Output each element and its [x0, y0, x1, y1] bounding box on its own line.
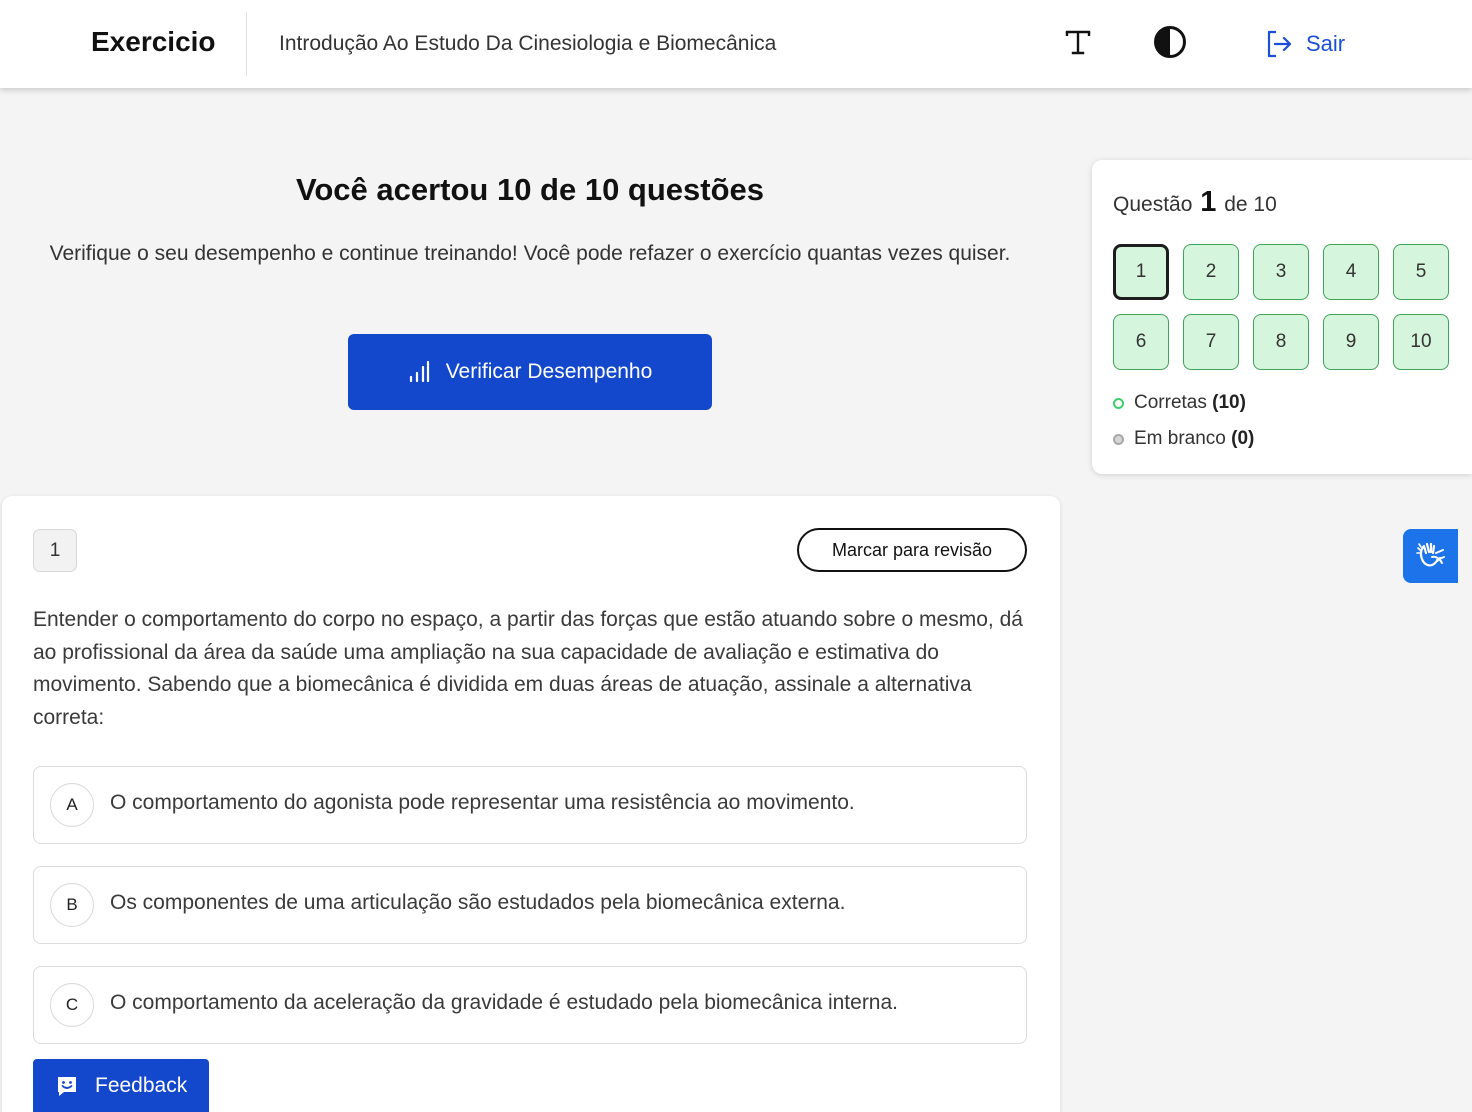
- legend-blank-label: Em branco: [1134, 428, 1226, 449]
- top-header: Exercicio Introdução Ao Estudo Da Cinesi…: [0, 0, 1472, 88]
- counter-current: 1: [1200, 186, 1217, 218]
- question-button-5[interactable]: 5: [1393, 244, 1449, 300]
- legend-correct: Corretas (10): [1113, 392, 1246, 414]
- result-subtitle: Verifique o seu desempenho e continue tr…: [49, 242, 1011, 265]
- question-button-6[interactable]: 6: [1113, 314, 1169, 370]
- blank-dot-icon: [1113, 433, 1124, 445]
- question-button-8[interactable]: 8: [1253, 314, 1309, 370]
- contrast-icon: [1154, 26, 1186, 58]
- logout-label: Sair: [1306, 31, 1346, 56]
- logout-button[interactable]: Sair: [1264, 26, 1345, 62]
- question-text: Entender o comportamento do corpo no esp…: [33, 608, 1023, 729]
- legend-blank: Em branco (0): [1113, 428, 1254, 450]
- option-text: O comportamento da aceleração da gravida…: [110, 991, 899, 1014]
- contrast-button[interactable]: [1150, 22, 1190, 62]
- question-navigator: Questão 1 de 10 1 2 3 4 5 6 7 8 9 10 Cor…: [1092, 160, 1472, 474]
- header-divider: [246, 12, 247, 76]
- question-button-4[interactable]: 4: [1323, 244, 1379, 300]
- course-title: Introdução Ao Estudo Da Cinesiologia e B…: [279, 32, 777, 55]
- counter-prefix: Questão: [1113, 193, 1193, 216]
- mark-for-review-button[interactable]: Marcar para revisão: [797, 528, 1027, 572]
- text-size-icon: [1065, 30, 1091, 55]
- question-button-10[interactable]: 10: [1393, 314, 1449, 370]
- option-letter: C: [50, 983, 94, 1027]
- legend-blank-count: (0): [1231, 428, 1255, 449]
- text-size-button[interactable]: [1060, 22, 1096, 62]
- question-card: 1 Marcar para revisão Entender o comport…: [2, 496, 1060, 1112]
- result-title: Você acertou 10 de 10 questões: [295, 172, 765, 207]
- question-counter: Questão 1 de 10: [1113, 186, 1277, 219]
- bar-chart-icon: [409, 360, 429, 383]
- logout-icon: [1267, 30, 1292, 58]
- legend-correct-label: Corretas: [1134, 392, 1207, 413]
- question-button-2[interactable]: 2: [1183, 244, 1239, 300]
- question-button-1[interactable]: 1: [1113, 244, 1169, 300]
- feedback-label: Feedback: [95, 1073, 188, 1097]
- sign-language-button[interactable]: [1403, 529, 1458, 583]
- question-button-3[interactable]: 3: [1253, 244, 1309, 300]
- feedback-button[interactable]: Feedback: [33, 1059, 209, 1112]
- app-title: Exercicio: [91, 26, 216, 57]
- option-text: Os componentes de uma articulação são es…: [110, 891, 846, 914]
- check-performance-label: Verificar Desempenho: [445, 360, 653, 383]
- option-b[interactable]: B Os componentes de uma articulação são …: [33, 866, 1027, 944]
- check-performance-button[interactable]: Verificar Desempenho: [348, 334, 712, 410]
- feedback-smile-icon: [58, 1076, 76, 1096]
- question-button-7[interactable]: 7: [1183, 314, 1239, 370]
- option-c[interactable]: C O comportamento da aceleração da gravi…: [33, 966, 1027, 1044]
- option-text: O comportamento do agonista pode represe…: [110, 791, 855, 814]
- correct-dot-icon: [1113, 397, 1124, 409]
- option-letter: B: [50, 883, 94, 927]
- option-letter: A: [50, 783, 94, 827]
- question-button-9[interactable]: 9: [1323, 314, 1379, 370]
- question-number-badge: 1: [33, 529, 77, 572]
- counter-suffix: de 10: [1224, 193, 1277, 216]
- sign-language-icon: [1415, 542, 1445, 567]
- option-a[interactable]: A O comportamento do agonista pode repre…: [33, 766, 1027, 844]
- legend-correct-count: (10): [1212, 392, 1246, 413]
